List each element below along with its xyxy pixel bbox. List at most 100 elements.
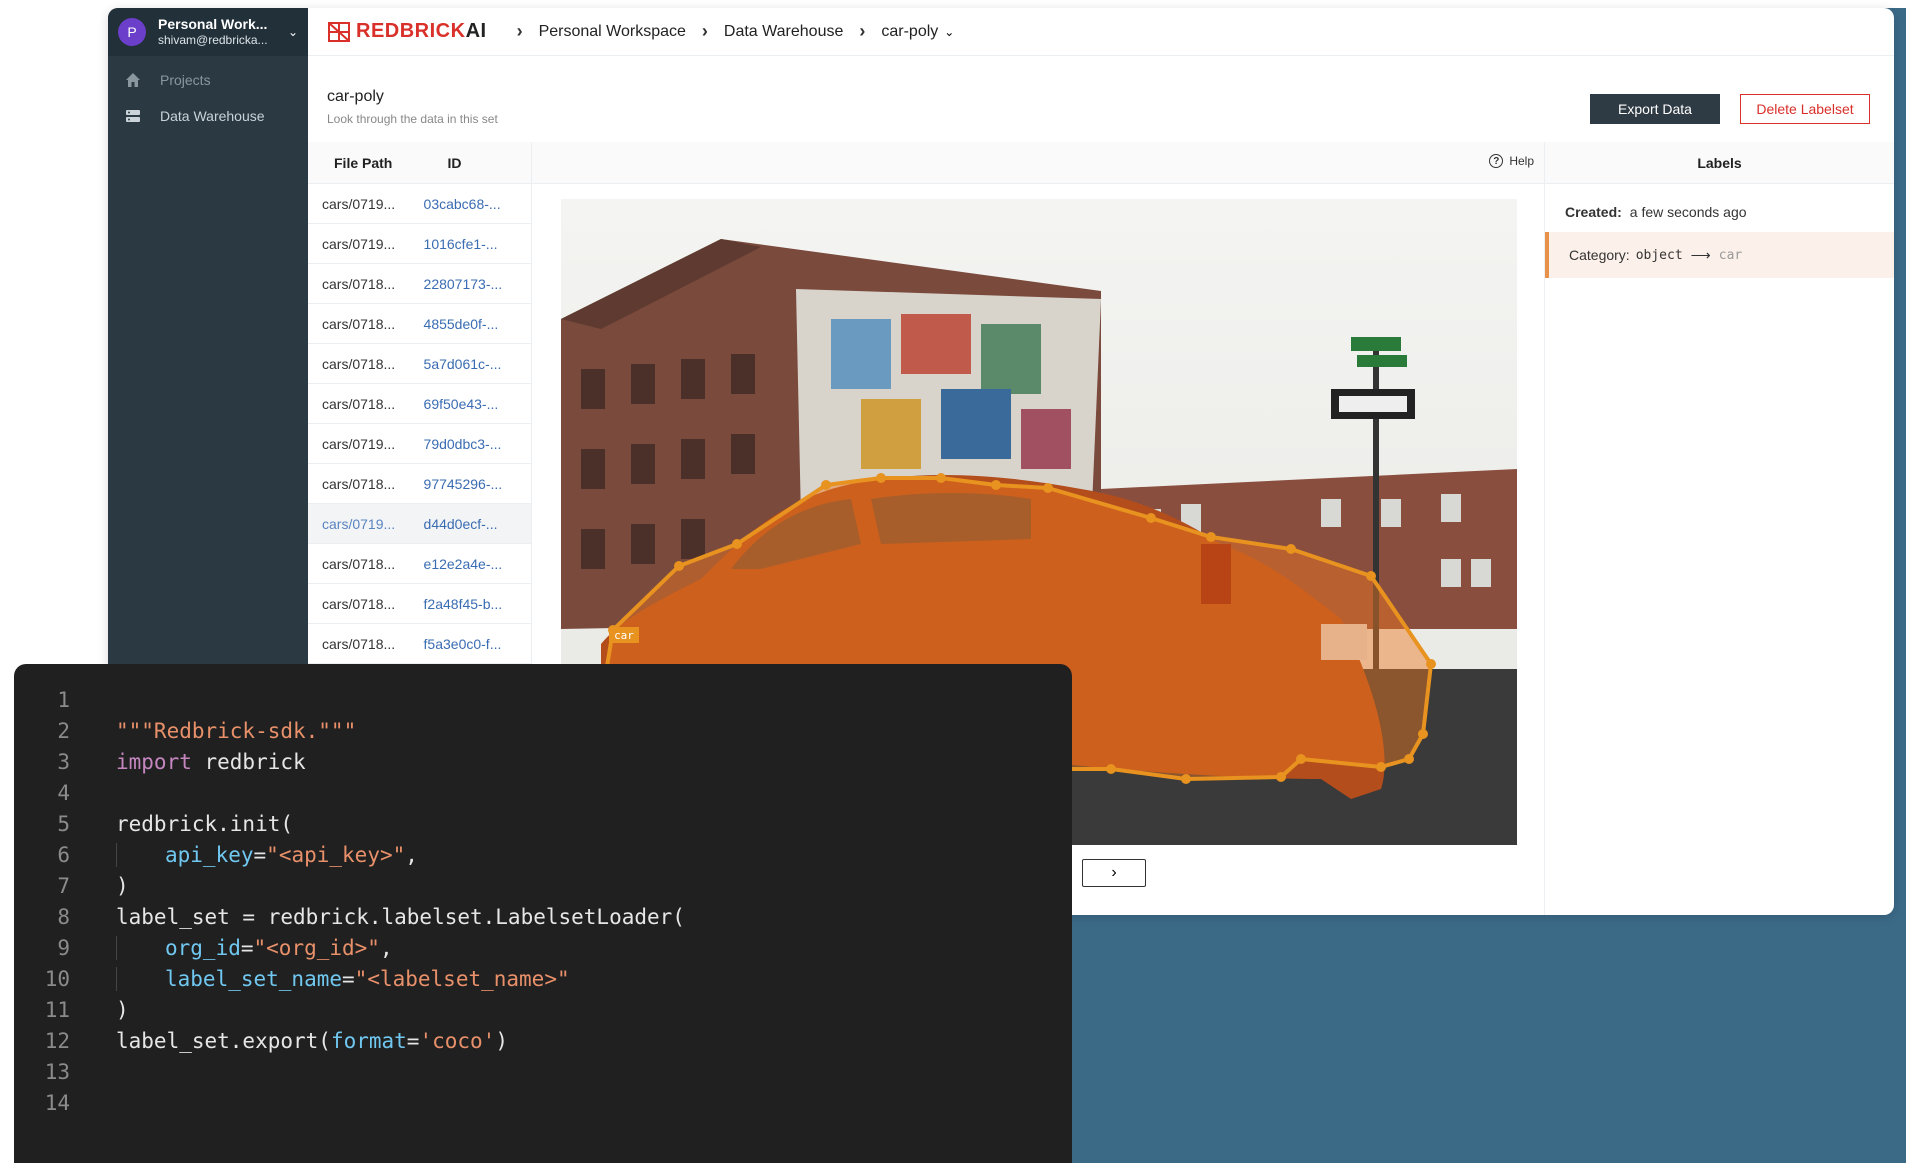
table-row[interactable]: cars/0719... d44d0ecf-... — [308, 504, 531, 544]
id-cell: 97745296-... — [423, 475, 503, 492]
file-path-cell: cars/0718... — [322, 395, 396, 412]
file-path-cell: cars/0718... — [322, 275, 396, 292]
avatar: P — [118, 18, 146, 46]
table-row[interactable]: cars/0718... 22807173-... — [308, 264, 531, 304]
chevron-right-icon: › — [516, 21, 523, 41]
chevron-down-icon[interactable]: ⌄ — [288, 25, 298, 39]
code-line: 12 label_set.export(format='coco') — [14, 1025, 1072, 1056]
table-row[interactable]: cars/0718... f5a3e0c0-f... — [308, 624, 531, 664]
logo-icon — [328, 21, 350, 42]
code-string: 'coco' — [419, 1028, 496, 1053]
id-cell: 79d0dbc3-... — [423, 435, 502, 452]
column-header-file-path[interactable]: File Path — [308, 155, 420, 171]
logo-text-dark: AI — [465, 20, 487, 42]
line-number: 7 — [57, 873, 70, 898]
workspace-info: Personal Work... shivam@redbricka... — [158, 16, 284, 47]
code-line: 9 org_id="<org_id>", — [14, 932, 1072, 963]
help-label: Help — [1509, 154, 1534, 168]
sidebar-item-data-warehouse[interactable]: Data Warehouse — [108, 100, 308, 132]
line-number: 6 — [57, 842, 70, 867]
arrow-right-icon: ⟶ — [1690, 246, 1711, 263]
file-path-cell: cars/0718... — [322, 475, 396, 492]
table-row[interactable]: cars/0718... 97745296-... — [308, 464, 531, 504]
code-string: "<org_id>" — [253, 935, 380, 960]
created-value: a few seconds ago — [1629, 204, 1747, 220]
line-number: 3 — [57, 749, 70, 774]
file-path-cell: cars/0718... — [322, 595, 396, 612]
sidebar-item-projects[interactable]: Projects — [108, 64, 308, 96]
id-cell: f5a3e0c0-f... — [423, 635, 502, 652]
category-child: car — [1718, 247, 1743, 263]
database-icon — [124, 107, 142, 125]
code-arg: label_set_name — [165, 966, 343, 991]
line-number: 2 — [57, 718, 70, 743]
table-row[interactable]: cars/0718... 5a7d061c-... — [308, 344, 531, 384]
table-row[interactable]: cars/0718... 4855de0f-... — [308, 304, 531, 344]
category-parent: object — [1635, 247, 1683, 263]
code-export-call: label_set.export( — [116, 1028, 331, 1053]
code-string: "<labelset_name>" — [354, 966, 570, 991]
id-cell: 69f50e43-... — [423, 395, 499, 412]
code-arg: api_key — [165, 842, 254, 867]
workspace-switcher[interactable]: P Personal Work... shivam@redbricka... ⌄ — [108, 8, 308, 56]
logo[interactable]: REDBRICK AI — [326, 20, 487, 44]
id-cell: d44d0ecf-... — [423, 515, 498, 532]
table-row[interactable]: cars/0719... 1016cfe1-... — [308, 224, 531, 264]
chevron-right-icon: › — [1111, 864, 1117, 881]
code-line: 8 label_set = redbrick.labelset.LabelsetL… — [14, 901, 1072, 932]
table-row[interactable]: cars/0718... 69f50e43-... — [308, 384, 531, 424]
workspace-email: shivam@redbricka... — [158, 33, 268, 48]
line-number: 13 — [44, 1059, 70, 1084]
code-docstring: """Redbrick-sdk.""" — [116, 718, 357, 743]
file-path-cell: cars/0719... — [322, 235, 396, 252]
file-path-cell: cars/0719... — [322, 195, 396, 212]
table-header: File Path ID — [308, 142, 531, 184]
line-number: 1 — [57, 687, 70, 712]
table-row[interactable]: cars/0719... 79d0dbc3-... — [308, 424, 531, 464]
code-keyword: import — [116, 749, 192, 774]
polygon-label-text: car — [614, 629, 634, 642]
id-cell: 1016cfe1-... — [423, 235, 498, 252]
code-string: "<api_key>" — [266, 842, 406, 867]
help-button[interactable]: ? Help — [1489, 154, 1534, 168]
line-number: 14 — [44, 1090, 70, 1115]
chevron-down-icon[interactable]: ⌄ — [944, 25, 954, 39]
code-paren: ) — [116, 997, 129, 1022]
id-cell: 22807173-... — [423, 275, 503, 292]
code-line: 2 """Redbrick-sdk.""" — [14, 715, 1072, 746]
column-header-id[interactable]: ID — [420, 155, 532, 171]
table-row[interactable]: cars/0719... 03cabc68-... — [308, 184, 531, 224]
page-title: car-poly — [327, 88, 384, 105]
code-line: 10 label_set_name="<labelset_name>" — [14, 963, 1072, 994]
line-number: 4 — [57, 780, 70, 805]
breadcrumb-labelset[interactable]: car-poly — [881, 23, 938, 41]
code-init-call: redbrick.init( — [116, 811, 294, 836]
code-loader-call: label_set = redbrick.labelset.LabelsetLo… — [116, 904, 685, 929]
top-bar: REDBRICK AI › Personal Workspace › Data W… — [308, 8, 1894, 56]
delete-labelset-button[interactable]: Delete Labelset — [1740, 94, 1870, 124]
line-number: 11 — [44, 997, 70, 1022]
chevron-right-icon: › — [701, 21, 708, 41]
workspace-name: Personal Work... — [158, 16, 268, 33]
line-number: 9 — [57, 935, 70, 960]
chevron-right-icon: › — [859, 21, 866, 41]
line-number: 5 — [57, 811, 70, 836]
id-cell: 4855de0f-... — [423, 315, 499, 332]
background-top — [0, 0, 1906, 8]
home-icon — [124, 71, 142, 89]
code-editor: 1 2 """Redbrick-sdk.""" 3 import redbrick … — [14, 664, 1072, 1163]
label-category-row[interactable]: Category: object ⟶ car — [1545, 232, 1894, 278]
breadcrumb-data-warehouse[interactable]: Data Warehouse — [724, 23, 843, 41]
export-data-button[interactable]: Export Data — [1590, 94, 1720, 124]
next-button[interactable]: › — [1082, 859, 1146, 887]
code-module: redbrick — [191, 749, 306, 774]
labels-title: Labels — [1545, 142, 1894, 184]
file-path-cell: cars/0718... — [322, 555, 396, 572]
file-path-cell: cars/0719... — [322, 515, 396, 532]
breadcrumb-workspace[interactable]: Personal Workspace — [539, 23, 686, 41]
code-arg: format — [330, 1028, 407, 1053]
table-row[interactable]: cars/0718... f2a48f45-b... — [308, 584, 531, 624]
table-row[interactable]: cars/0718... e12e2a4e-... — [308, 544, 531, 584]
code-line: 11) — [14, 994, 1072, 1025]
file-path-cell: cars/0718... — [322, 315, 396, 332]
